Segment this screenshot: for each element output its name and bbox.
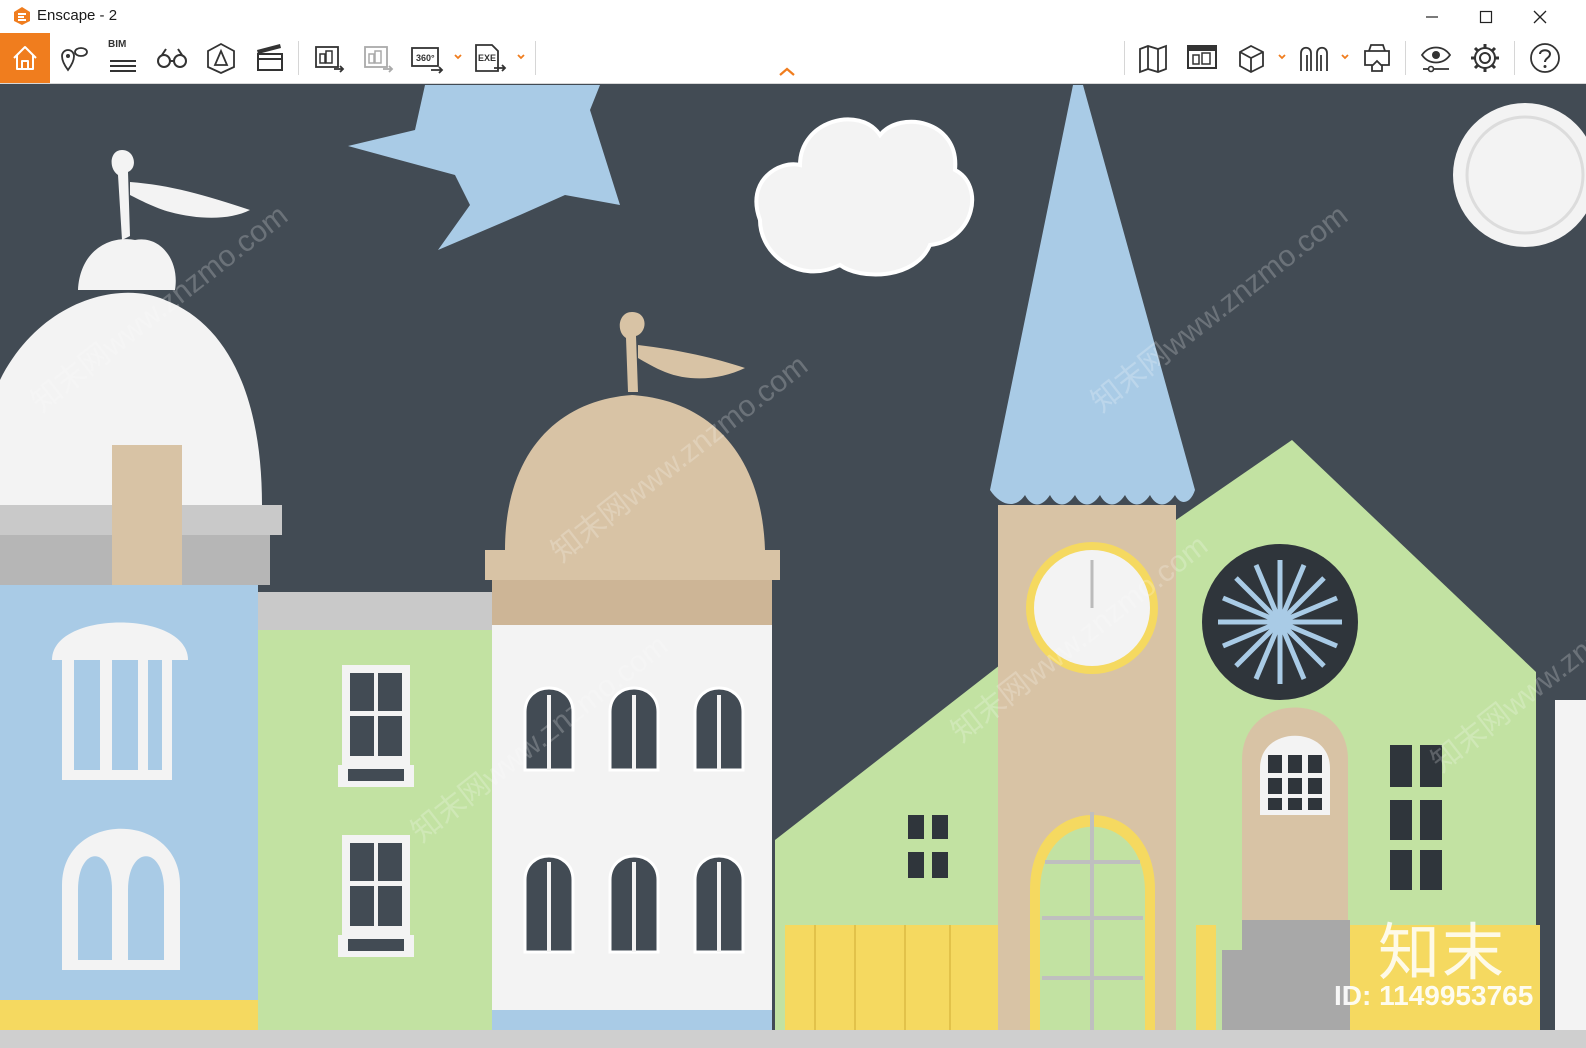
map-button[interactable] [1132,37,1174,79]
toolbar-separator [1514,41,1515,75]
panorama-dropdown-icon[interactable] [452,51,464,63]
toolbar-separator [1405,41,1406,75]
main-toolbar: BIM 360° EXE [0,33,1586,84]
maximize-icon [1479,10,1493,23]
asset-library-icon [1187,45,1217,69]
batch-render-icon [315,46,345,73]
map-icon [1139,44,1167,74]
binoculars-button[interactable] [151,37,193,79]
gear-icon [1471,44,1499,72]
location-pin-icon [61,47,88,72]
bim-info-button[interactable]: BIM [102,37,144,79]
settings-button[interactable] [1464,37,1506,79]
minimize-button[interactable] [1405,0,1459,33]
title-bar: Enscape - 2 [0,0,1586,33]
panorama-button[interactable]: 360° [406,37,448,79]
bim-label: BIM [108,39,127,50]
perspective-icon [207,42,235,74]
watermark-logo: 知末 [1378,916,1507,989]
toolbar-separator [1124,41,1125,75]
exe-dropdown-icon[interactable] [515,51,527,63]
help-button[interactable] [1524,37,1566,79]
enscape-logo-icon [14,7,30,25]
section-box-icon [1239,44,1264,74]
window-title: Enscape - 2 [37,7,118,24]
minimize-icon [1426,15,1438,18]
visual-settings-button[interactable] [1415,37,1457,79]
clapperboard-icon [257,44,283,71]
collaboration-icon [1300,46,1328,71]
help-icon [1530,43,1560,73]
section-box-button[interactable] [1230,37,1272,79]
perspective-button[interactable] [200,37,242,79]
render-viewport[interactable]: 知末网www.znzmo.com 知末网www.znzmo.com 知末网www… [0,84,1586,1048]
scene-image [0,84,1586,1048]
collaboration-dropdown-icon[interactable] [1339,51,1351,63]
home-button[interactable] [0,33,50,83]
render-export-icon [364,46,394,73]
vr-headset-button[interactable] [1356,37,1398,79]
home-icon [13,46,37,70]
exe-export-button[interactable]: EXE [469,37,511,79]
asset-library-button[interactable] [1181,37,1223,79]
video-editor-button[interactable] [249,37,291,79]
close-icon [1533,10,1547,23]
close-button[interactable] [1513,0,1567,33]
watermark-id: ID: 1149953765 [1334,980,1534,1011]
visual-settings-icon [1420,46,1452,73]
vr-headset-icon [1364,44,1390,72]
maximize-button[interactable] [1459,0,1513,33]
collapse-toolbar-icon[interactable] [777,65,797,79]
binoculars-icon [157,48,187,68]
panorama-label: 360° [416,53,435,63]
views-button[interactable] [53,37,95,79]
toolbar-separator [535,41,536,75]
panorama-360-icon: 360° [411,47,444,74]
section-box-dropdown-icon[interactable] [1276,51,1288,63]
batch-render-button[interactable] [308,37,350,79]
collaboration-button[interactable] [1293,37,1335,79]
toolbar-separator [298,41,299,75]
render-export-button[interactable] [357,37,399,79]
exe-export-icon: EXE [475,44,507,72]
exe-label: EXE [478,53,496,63]
